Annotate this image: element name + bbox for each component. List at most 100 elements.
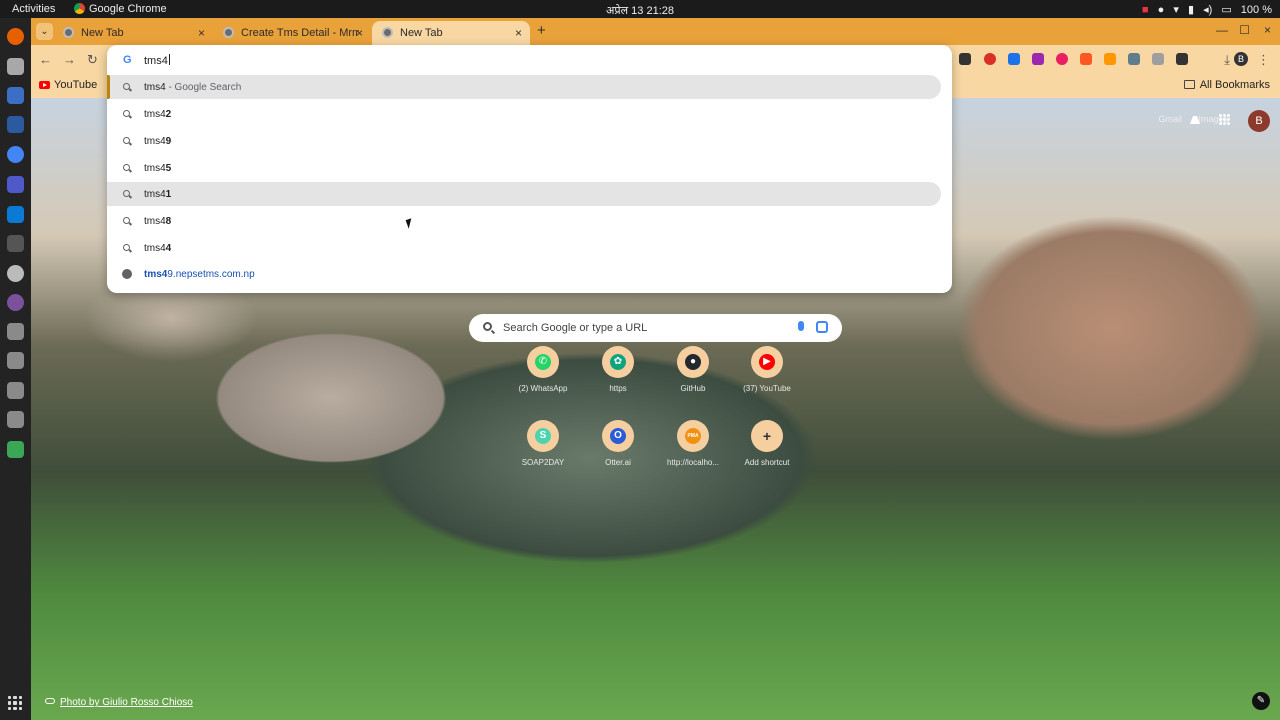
all-bookmarks-label: All Bookmarks — [1199, 79, 1270, 91]
tab-create-tms-detail[interactable]: Create Tms Detail - Mrm × — [213, 21, 371, 45]
search-icon — [483, 322, 492, 331]
bookmark-youtube[interactable]: YouTube — [39, 79, 97, 91]
downloads-button[interactable]: ⤓ — [1224, 52, 1230, 68]
profile-button[interactable]: B — [1234, 52, 1248, 66]
extension-icon-2[interactable] — [984, 53, 996, 65]
address-bar[interactable]: G tms4 — [107, 45, 952, 75]
shortcut-label: GitHub — [680, 384, 706, 393]
shortcut-label: http://localho... — [666, 458, 720, 467]
suggestion-search[interactable]: tms45 — [107, 156, 941, 180]
extension-icon-3[interactable] — [1008, 53, 1020, 65]
suggestion-search[interactable]: tms49 — [107, 129, 941, 153]
forward-button[interactable]: → — [63, 52, 76, 67]
shortcut-tile[interactable]: ● GitHub — [658, 346, 728, 393]
shortcut-tile[interactable]: ▶ (37) YouTube — [732, 346, 802, 393]
suggestion-url[interactable]: tms49.nepsetms.com.np — [107, 262, 941, 286]
tab-search-button[interactable]: ⌄ — [36, 23, 53, 40]
suggestion-search[interactable]: tms44 — [107, 236, 941, 260]
firefox-icon[interactable] — [7, 28, 24, 45]
extension-icon-4[interactable] — [1032, 53, 1044, 65]
battery-level: 100 % — [1240, 4, 1272, 16]
labs-flask-icon[interactable] — [1190, 112, 1200, 124]
extension-icon-5[interactable] — [1056, 53, 1068, 65]
shortcut-tile[interactable]: O Otter.ai — [583, 420, 653, 467]
chrome-menu-button[interactable]: ⋮ — [1257, 52, 1270, 68]
google-g-icon: G — [123, 54, 132, 66]
extension-icon-6[interactable] — [1080, 53, 1092, 65]
shortcut-tile[interactable]: ✿ https — [583, 346, 653, 393]
close-tab-icon[interactable]: × — [198, 26, 205, 40]
all-bookmarks-button[interactable]: All Bookmarks — [1183, 79, 1270, 91]
suggestion-text: tms42 — [144, 109, 171, 120]
dock — [0, 18, 31, 720]
system-tray[interactable]: ■ ● ▾ ▮ ◂) ▭ 100 % — [1136, 3, 1272, 16]
google-apps-icon[interactable] — [1219, 114, 1230, 125]
show-apps-icon[interactable] — [8, 696, 22, 710]
file-icon-2[interactable] — [7, 352, 24, 369]
search-icon — [123, 110, 130, 117]
extension-icon-7[interactable] — [1104, 53, 1116, 65]
voice-search-icon[interactable] — [798, 321, 804, 331]
back-button[interactable]: ← — [39, 52, 52, 67]
suggestion-typed-part: tms4 — [144, 243, 166, 254]
shortcut-tile[interactable]: PMA http://localho... — [658, 420, 728, 467]
mic-icon: ▮ — [1187, 4, 1195, 16]
suggestion-search[interactable]: tms4 - Google Search — [107, 75, 941, 99]
extension-icon-1[interactable] — [959, 53, 971, 65]
file-icon-4[interactable] — [7, 411, 24, 428]
photo-credit-link[interactable]: Photo by Giulio Rosso Chioso — [45, 697, 193, 708]
account-avatar[interactable]: B — [1248, 110, 1270, 132]
suggestion-text: tms45 — [144, 163, 171, 174]
ntp-top-links: Gmail Images — [1144, 114, 1228, 124]
tab-new-tab-active[interactable]: New Tab × — [372, 21, 530, 45]
viber-icon[interactable] — [7, 294, 24, 311]
suggestion-search[interactable]: tms42 — [107, 102, 941, 126]
file-icon-3[interactable] — [7, 382, 24, 399]
suggestion-search[interactable]: tms41 — [107, 182, 941, 206]
suggestion-description: - Google Search — [165, 82, 242, 93]
suggestion-text: tms4 - Google Search — [144, 82, 241, 93]
new-tab-button[interactable]: + — [537, 22, 546, 39]
extension-icon-9[interactable] — [1152, 53, 1164, 65]
suggestion-typed-part: tms4 — [144, 136, 166, 147]
writer-icon[interactable] — [7, 87, 24, 104]
files-icon[interactable] — [7, 58, 24, 75]
clock[interactable]: अप्रेल 13 21:28 — [0, 3, 1280, 18]
tab-new-tab-1[interactable]: New Tab × — [53, 21, 213, 45]
close-tab-icon[interactable]: × — [356, 26, 363, 40]
shortcut-tile[interactable]: S SOAP2DAY — [508, 420, 578, 467]
typed-query: tms4 — [144, 55, 168, 67]
settings-icon[interactable] — [7, 265, 24, 282]
close-tab-icon[interactable]: × — [515, 26, 522, 40]
minimize-button[interactable]: — — [1216, 23, 1228, 37]
shortcut-label: Add shortcut — [744, 458, 790, 467]
folder-icon — [1183, 80, 1195, 89]
suggestion-completion: 2 — [165, 109, 172, 120]
chrome-icon[interactable] — [7, 146, 24, 163]
shortcut-tile[interactable]: ✆ (2) WhatsApp — [508, 346, 578, 393]
file-icon-1[interactable] — [7, 323, 24, 340]
shortcut-label: https — [609, 384, 627, 393]
shortcut-tile[interactable]: + Add shortcut — [732, 420, 802, 467]
ntp-search-box[interactable]: Search Google or type a URL — [469, 314, 842, 342]
gmail-link[interactable]: Gmail — [1158, 114, 1182, 124]
address-bar-text[interactable]: tms4 — [144, 54, 170, 67]
terminal-blue-icon[interactable] — [7, 116, 24, 133]
teams-icon[interactable] — [7, 176, 24, 193]
maximize-button[interactable]: ☐ — [1239, 23, 1250, 37]
terminal-icon[interactable] — [7, 235, 24, 252]
photo-credit-text: Photo by Giulio Rosso Chioso — [60, 697, 193, 708]
google-lens-icon[interactable] — [816, 321, 828, 333]
reload-button[interactable]: ↻ — [87, 52, 98, 68]
customize-pencil-icon[interactable]: ✎ — [1252, 692, 1270, 710]
phpmyadmin-icon: PMA — [685, 428, 701, 444]
vscode-icon[interactable] — [7, 206, 24, 223]
shortcut-bubble: O — [602, 420, 634, 452]
trash-icon[interactable] — [7, 441, 24, 458]
github-icon: ● — [685, 354, 701, 370]
suggestion-search[interactable]: tms48 — [107, 209, 941, 233]
extension-icon-8[interactable] — [1128, 53, 1140, 65]
shortcut-bubble: S — [527, 420, 559, 452]
close-window-button[interactable]: × — [1264, 23, 1271, 37]
extension-icon-10[interactable] — [1176, 53, 1188, 65]
